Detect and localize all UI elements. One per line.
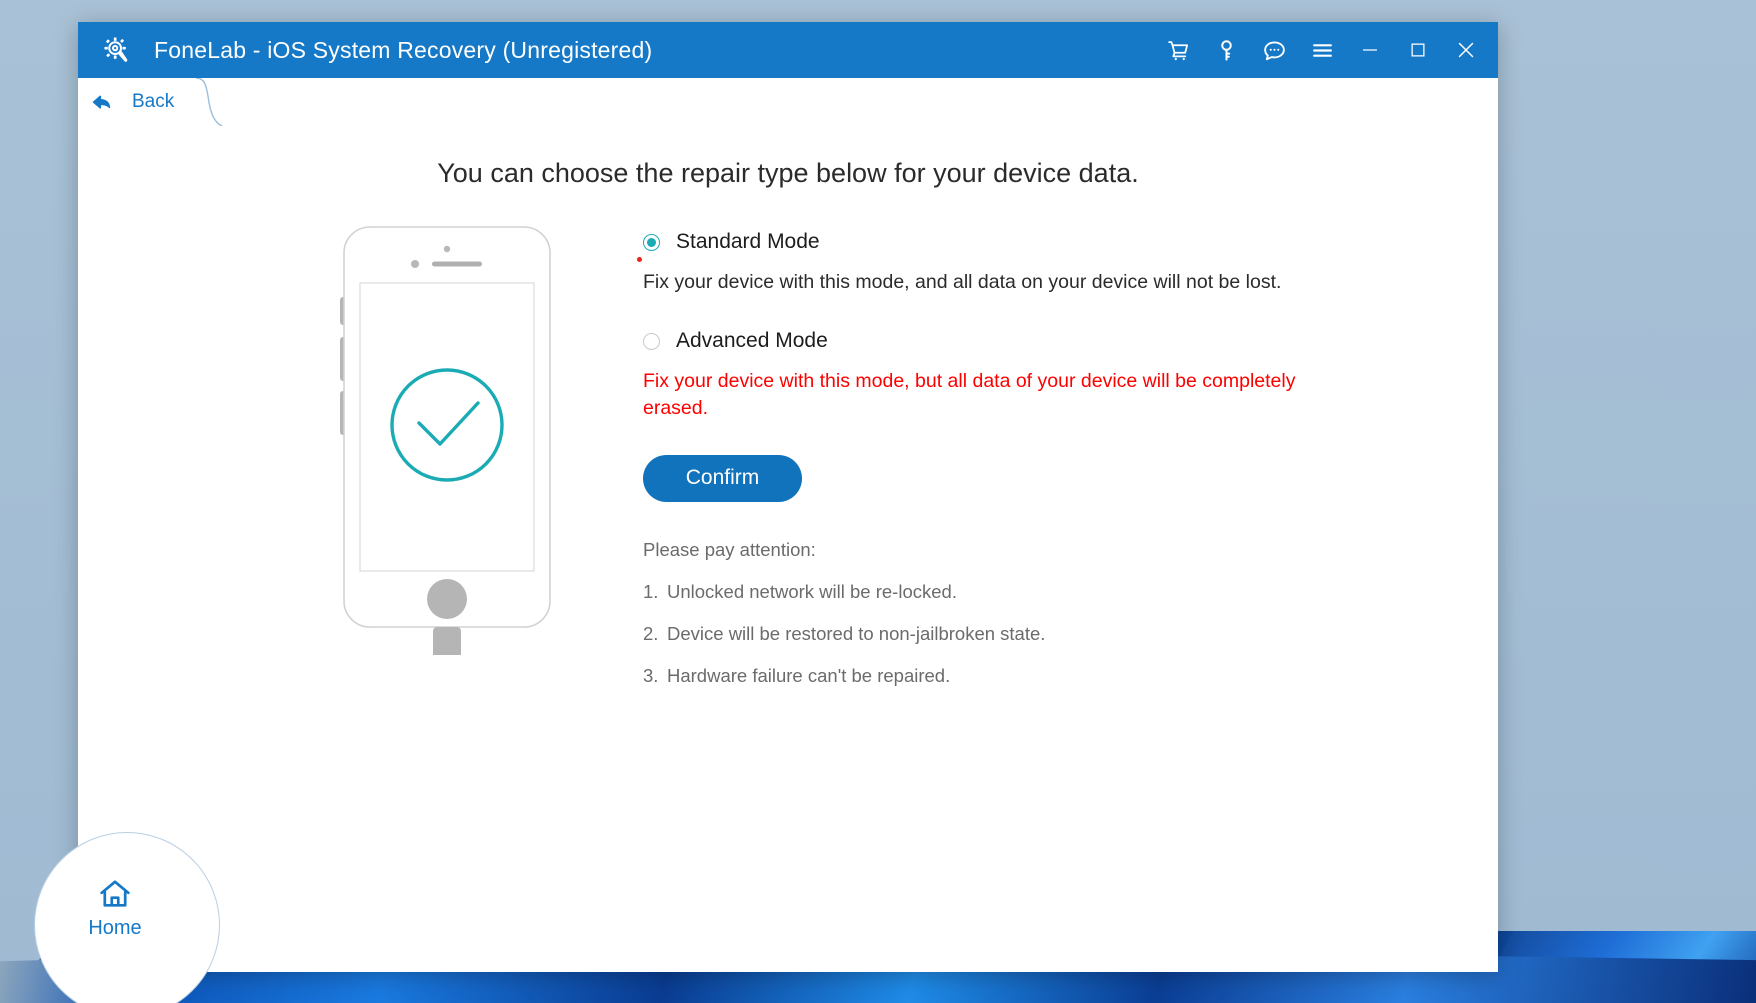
- radio-advanced-mode[interactable]: Advanced Mode: [643, 329, 1498, 353]
- radio-standard-indicator[interactable]: [643, 233, 660, 251]
- standard-mode-description-text: Fix your device with this mode, and all …: [643, 271, 1282, 293]
- radio-advanced-label: Advanced Mode: [676, 329, 828, 353]
- back-label: Back: [132, 91, 175, 112]
- radio-advanced-indicator[interactable]: [643, 332, 660, 350]
- page-title: You can choose the repair type below for…: [437, 158, 1139, 188]
- list-item-number: 1.: [643, 580, 659, 602]
- gear-wrench-icon: [102, 35, 132, 65]
- home-button[interactable]: Home: [34, 832, 220, 1003]
- window-title: FoneLab - iOS System Recovery (Unregiste…: [154, 36, 653, 63]
- list-item: 3. Hardware failure can't be repaired.: [643, 665, 1498, 687]
- minimize-icon[interactable]: [1346, 25, 1394, 75]
- close-icon[interactable]: [1442, 25, 1490, 75]
- hamburger-menu-icon[interactable]: [1298, 25, 1346, 75]
- back-bar: Back: [78, 78, 1498, 130]
- key-icon[interactable]: [1202, 25, 1250, 75]
- cart-icon[interactable]: [1154, 25, 1202, 75]
- list-item: 1. Unlocked network will be re-locked.: [643, 581, 1498, 603]
- back-button[interactable]: Back: [78, 78, 226, 130]
- repair-mode-options: Standard Mode Fix your device with this …: [596, 225, 1498, 687]
- list-item: 2. Device will be restored to non-jailbr…: [643, 623, 1498, 645]
- advanced-mode-block: Advanced Mode Fix your device with this …: [643, 329, 1498, 421]
- content-area: You can choose the repair type below for…: [34, 126, 1498, 1003]
- list-item-text: Device will be restored to non-jailbroke…: [667, 622, 1046, 644]
- radio-standard-mode[interactable]: Standard Mode: [643, 230, 1498, 254]
- iphone-checkmark-graphic: [340, 226, 551, 683]
- maximize-icon[interactable]: [1394, 25, 1442, 75]
- list-item-text: Hardware failure can't be repaired.: [667, 664, 951, 686]
- title-bar: FoneLab - iOS System Recovery (Unregiste…: [78, 22, 1498, 78]
- home-label: Home: [88, 916, 142, 939]
- standard-mode-description: Fix your device with this mode, and all …: [637, 257, 1323, 295]
- chat-icon[interactable]: [1250, 25, 1298, 75]
- app-window: FoneLab - iOS System Recovery (Unregiste…: [34, 22, 1498, 1003]
- radio-standard-label: Standard Mode: [676, 230, 820, 253]
- titlebar-actions: [1154, 25, 1498, 75]
- confirm-button[interactable]: Confirm: [643, 454, 802, 502]
- list-item-text: Unlocked network will be re-locked.: [667, 580, 957, 602]
- back-arrow-icon: [90, 91, 112, 113]
- advanced-mode-description: Fix your device with this mode, but all …: [643, 370, 1296, 419]
- iphone-illustration: [336, 225, 596, 687]
- red-dot-marker: [637, 257, 642, 262]
- attention-list: 1. Unlocked network will be re-locked. 2…: [643, 581, 1498, 687]
- attention-title: Please pay attention:: [643, 538, 816, 560]
- list-item-number: 3.: [643, 664, 659, 686]
- main-row: Standard Mode Fix your device with this …: [78, 189, 1498, 687]
- house-icon: [97, 877, 133, 911]
- list-item-number: 2.: [643, 622, 659, 644]
